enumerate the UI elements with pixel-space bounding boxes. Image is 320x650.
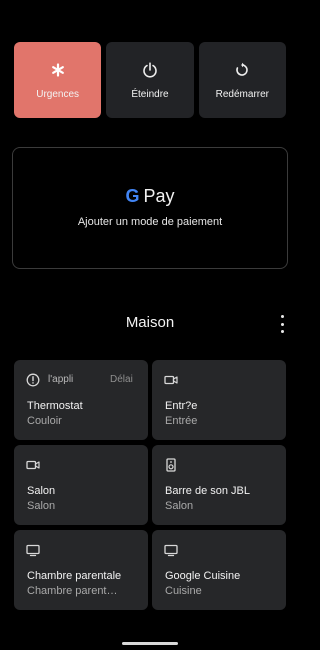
restart-label: Redémarrer: [215, 88, 269, 100]
power-menu: Urgences Éteindre Redémarrer: [14, 42, 286, 118]
tile-subtitle: Salon: [27, 500, 56, 512]
add-payment-method-label: Ajouter un mode de paiement: [77, 216, 223, 228]
google-pay-card[interactable]: G Pay Ajouter un mode de paiement: [12, 147, 288, 269]
tile-title: Salon: [27, 485, 56, 497]
tile-title: Entr?e: [165, 400, 198, 412]
tile-subtitle: Entrée: [165, 415, 198, 427]
device-tile-chambre-parentale[interactable]: Chambre parentale Chambre parent…: [14, 530, 148, 610]
tile-subtitle: Salon: [165, 500, 194, 512]
tile-subtitle: Couloir: [27, 415, 62, 427]
device-tile-jbl-soundbar[interactable]: Barre de son JBL Salon: [152, 445, 286, 525]
tile-title: Chambre parentale: [27, 570, 122, 582]
tv-icon: [26, 543, 40, 557]
tile-title: Google Cuisine: [165, 570, 241, 582]
tile-status-text: l'appli: [48, 374, 74, 385]
power-off-button[interactable]: Éteindre: [106, 42, 194, 118]
restart-icon: [234, 61, 250, 79]
camera-icon: [26, 458, 40, 472]
restart-button[interactable]: Redémarrer: [198, 42, 286, 118]
device-tile-entree[interactable]: Entr?e Entrée: [152, 360, 286, 440]
gesture-navigation-bar[interactable]: [122, 642, 178, 645]
tile-status-delay: Délai: [110, 374, 133, 385]
home-title: Maison: [125, 314, 175, 331]
alert-circle-icon: [26, 373, 40, 387]
emergency-label: Urgences: [36, 88, 80, 100]
power-off-label: Éteindre: [131, 88, 169, 100]
tile-title: Thermostat: [27, 400, 83, 412]
google-pay-logo: G Pay: [13, 186, 287, 207]
tile-title: Barre de son JBL: [165, 485, 250, 497]
camera-icon: [164, 373, 178, 387]
device-tile-thermostat[interactable]: l'appli Délai Thermostat Couloir: [14, 360, 148, 440]
pay-word: Pay: [143, 186, 175, 206]
emergency-asterisk-icon: [51, 61, 65, 79]
device-tile-google-cuisine[interactable]: Google Cuisine Cuisine: [152, 530, 286, 610]
emergency-button[interactable]: Urgences: [14, 42, 102, 118]
device-tile-salon[interactable]: Salon Salon: [14, 445, 148, 525]
tv-icon: [164, 543, 178, 557]
google-g-logo: G: [125, 186, 140, 206]
speaker-icon: [164, 458, 178, 472]
tile-subtitle: Chambre parent…: [27, 585, 118, 597]
power-icon: [142, 61, 158, 79]
more-options-icon[interactable]: [274, 315, 290, 333]
tile-subtitle: Cuisine: [165, 585, 202, 597]
